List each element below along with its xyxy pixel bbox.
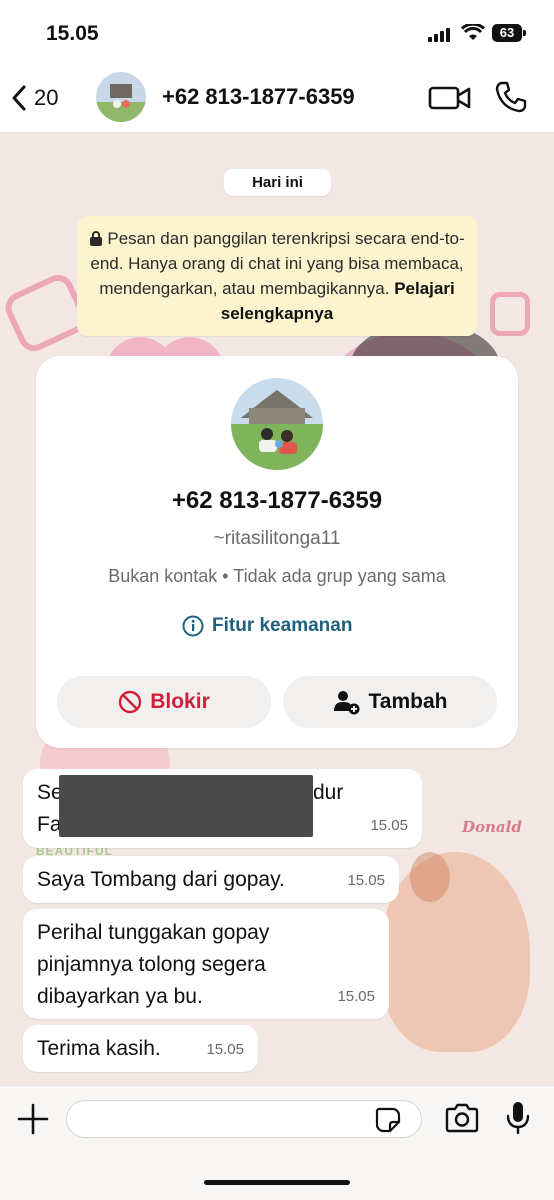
message-time: 15.05 bbox=[206, 1041, 244, 1058]
block-label: Blokir bbox=[150, 690, 210, 713]
message-time: 15.05 bbox=[370, 817, 408, 834]
message-text-line2: Fa bbox=[37, 813, 62, 836]
chat-title[interactable]: +62 813-1877-6359 bbox=[162, 84, 355, 110]
message-text: Perihal tunggakan gopay pinjamnya tolong… bbox=[37, 921, 270, 1008]
home-indicator bbox=[204, 1180, 350, 1185]
security-features-link[interactable]: Fitur keamanan bbox=[182, 611, 352, 641]
avatar[interactable] bbox=[96, 72, 146, 122]
contact-avatar[interactable] bbox=[231, 378, 323, 470]
wifi-icon bbox=[461, 24, 485, 40]
cellular-signal-icon bbox=[428, 28, 450, 42]
add-label: Tambah bbox=[368, 690, 448, 713]
message-text: Saya Tombang dari gopay. bbox=[37, 868, 285, 891]
message-bubble[interactable]: Terima kasih. 15.05 bbox=[23, 1025, 258, 1072]
redaction-box bbox=[59, 775, 313, 837]
add-contact-button[interactable]: Tambah bbox=[283, 676, 497, 728]
add-person-icon bbox=[333, 691, 360, 715]
contact-photo bbox=[231, 378, 323, 470]
security-link-label: Fitur keamanan bbox=[212, 615, 353, 636]
contact-phone: +62 813-1877-6359 bbox=[171, 487, 383, 514]
message-time: 15.05 bbox=[337, 988, 375, 1005]
info-icon bbox=[182, 615, 204, 637]
input-bar bbox=[0, 1085, 554, 1200]
back-button[interactable]: 20 bbox=[10, 78, 80, 118]
message-bubble[interactable]: Saya Tombang dari gopay. 15.05 bbox=[23, 856, 399, 903]
date-separator: Hari ini bbox=[224, 169, 331, 196]
camera-icon[interactable] bbox=[444, 1102, 480, 1134]
chat-header: 20 +62 813-1877-6359 bbox=[0, 64, 554, 133]
contact-card: +62 813-1877-6359 ~ritasilitonga11 Bukan… bbox=[36, 356, 518, 748]
contact-info: Bukan kontak • Tidak ada grup yang sama bbox=[108, 566, 446, 586]
video-call-button[interactable] bbox=[428, 82, 472, 114]
message-text-end: dur bbox=[313, 781, 344, 804]
message-input[interactable] bbox=[66, 1100, 422, 1138]
plus-icon[interactable] bbox=[16, 1102, 50, 1136]
mic-icon[interactable] bbox=[504, 1100, 532, 1136]
unread-count: 20 bbox=[34, 85, 59, 110]
sticker-icon[interactable] bbox=[374, 1106, 402, 1134]
back-chevron-icon bbox=[12, 85, 26, 111]
block-button[interactable]: Blokir bbox=[57, 676, 271, 728]
message-time: 15.05 bbox=[347, 872, 385, 889]
encryption-notice[interactable]: Pesan dan panggilan terenkripsi secara e… bbox=[77, 216, 477, 336]
message-bubble[interactable]: Perihal tunggakan gopay pinjamnya tolong… bbox=[23, 909, 389, 1019]
avatar-photo bbox=[96, 72, 146, 122]
phone-icon[interactable] bbox=[494, 80, 528, 114]
wallpaper-text-donald: Donald bbox=[462, 818, 522, 836]
status-bar: 15.05 63 bbox=[0, 0, 554, 64]
battery-indicator: 63 bbox=[492, 24, 526, 42]
block-icon bbox=[119, 690, 142, 714]
contact-username: ~ritasilitonga11 bbox=[213, 528, 341, 549]
message-text: Terima kasih. bbox=[37, 1037, 161, 1060]
status-time: 15.05 bbox=[46, 22, 99, 45]
message-bubble[interactable]: Se Fa dur 15.05 bbox=[23, 769, 422, 848]
chat-screen: Donald BEAUTIFUL 15.05 63 20 +62 813-187… bbox=[0, 0, 554, 1200]
lock-icon bbox=[90, 231, 103, 246]
